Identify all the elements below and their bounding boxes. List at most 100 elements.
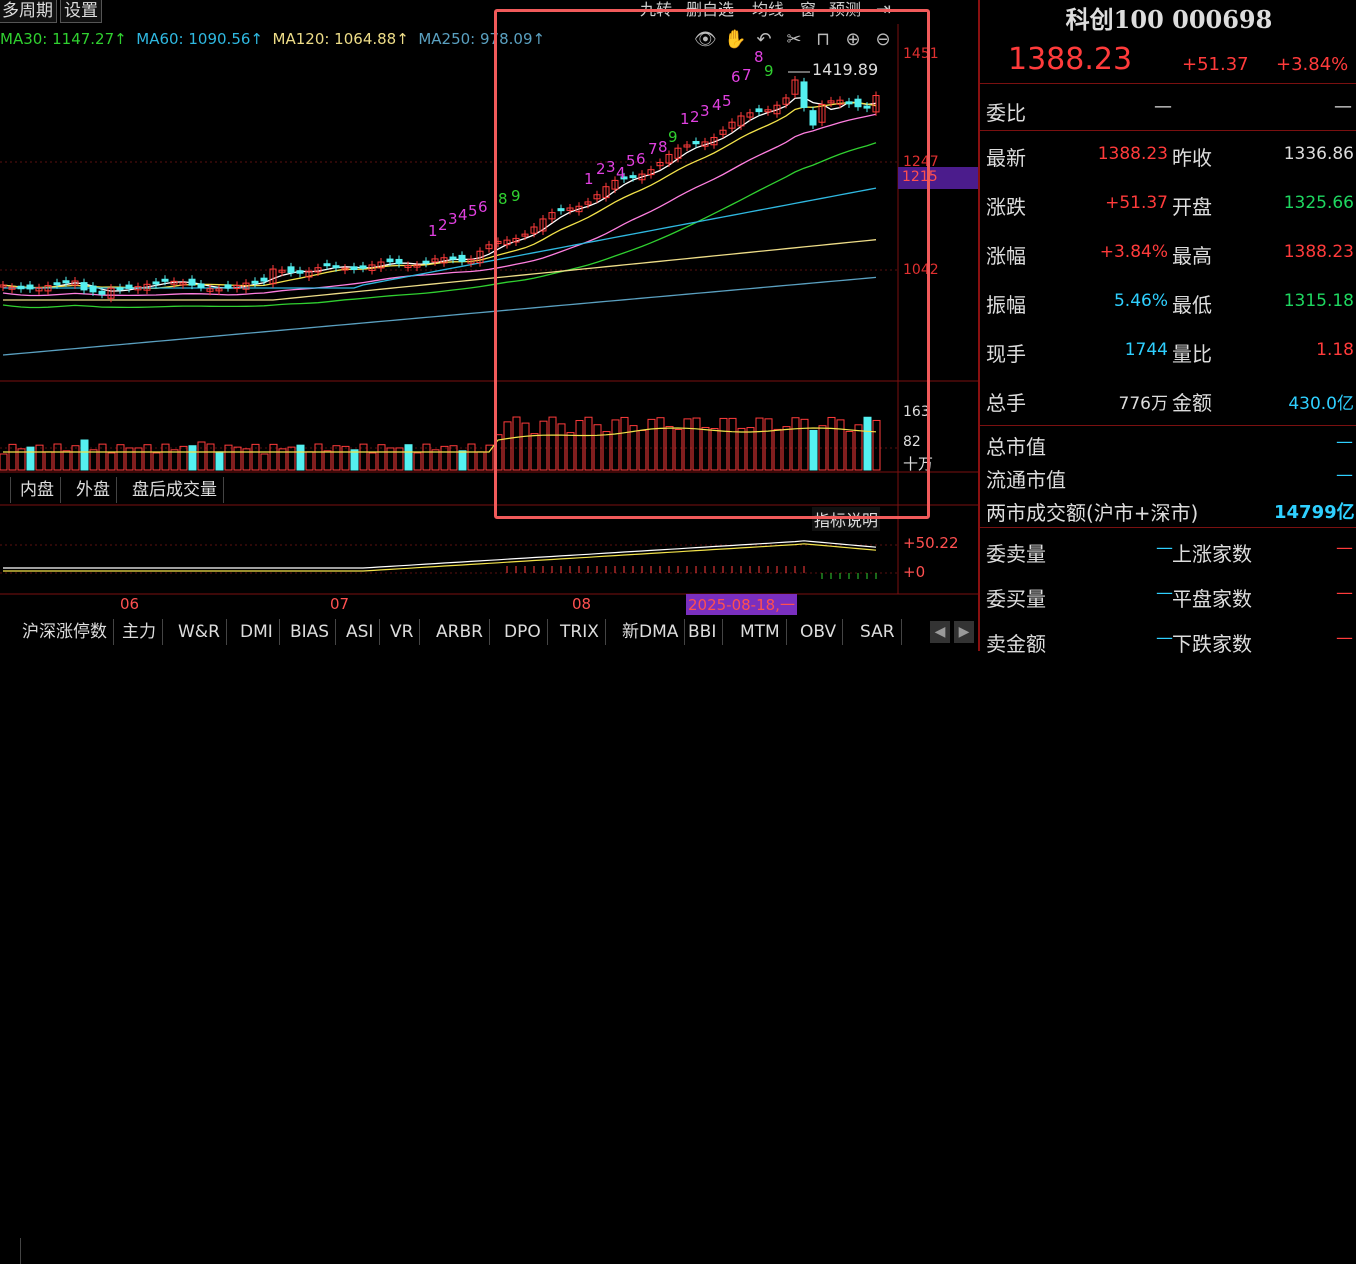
tab-inner-volume[interactable]: 内盘 xyxy=(14,477,61,503)
candle xyxy=(323,263,331,267)
volume-bar xyxy=(80,439,89,471)
volume-bar xyxy=(287,446,296,471)
volume-bar xyxy=(296,444,305,471)
quote-label: 最高 xyxy=(1172,244,1212,268)
candle xyxy=(251,280,259,284)
indicator-tab-bbi[interactable]: BBI xyxy=(682,619,724,645)
volume-bar xyxy=(341,445,350,471)
volume-bar xyxy=(404,444,413,471)
candle xyxy=(332,265,340,269)
osc-axis-zero-value: 0 xyxy=(915,563,926,581)
quote-label: 振幅 xyxy=(986,293,1026,317)
volume-bar xyxy=(386,447,395,471)
osc-axis-top: +50.22 xyxy=(903,534,959,552)
volume-bar xyxy=(170,449,179,471)
quote-value: 1388.23 xyxy=(1097,144,1168,164)
volume-bar xyxy=(107,452,116,471)
candle xyxy=(125,284,133,289)
indicator-tabs: 沪深涨停数 主力 W&R DMI BIAS ASI VR ARBR DPO TRIX 新DMA BBI… xyxy=(0,619,978,1264)
indicator-tab-vr[interactable]: VR xyxy=(384,619,421,645)
candle xyxy=(449,256,457,260)
quote-title: 科创100 000698 xyxy=(1065,5,1273,34)
indicator-tab-sar[interactable]: SAR xyxy=(854,619,902,645)
indicator-tab-bias[interactable]: BIAS xyxy=(284,619,337,645)
volume-bar xyxy=(152,452,161,471)
breadth-value: — xyxy=(1156,538,1173,558)
quote-value: 1.18 xyxy=(1316,340,1354,360)
indicator-tab--[interactable]: 主力 xyxy=(116,619,163,645)
commission-diff-value: — xyxy=(1334,96,1352,117)
breadth-label: 委卖量 xyxy=(986,542,1046,566)
indicator-tab-dpo[interactable]: DPO xyxy=(498,619,548,645)
candle xyxy=(89,285,97,293)
candle xyxy=(350,266,358,270)
turnover-label: 两市成交额(沪市+深市) xyxy=(986,501,1199,525)
date-label: 07 xyxy=(330,595,350,613)
tab-after-hours-volume[interactable]: 盘后成交量 xyxy=(126,477,224,503)
volume-bar xyxy=(143,444,152,471)
indicator-tab-trix[interactable]: TRIX xyxy=(554,619,606,645)
indicator-tab-dmi[interactable]: DMI xyxy=(234,619,280,645)
breadth-label: 下跌家数 xyxy=(1172,632,1252,656)
volume-bar xyxy=(125,447,134,471)
volume-bar xyxy=(71,445,80,471)
volume-bar xyxy=(476,451,485,471)
osc-axis-top-value: 50.22 xyxy=(915,534,959,552)
quote-value: 776万 xyxy=(1118,394,1168,414)
float-cap-value: — xyxy=(1336,465,1353,485)
quote-value: 5.46% xyxy=(1113,291,1168,311)
date-cursor: 2025-08-18,一 xyxy=(686,594,797,615)
candle xyxy=(152,281,160,285)
candle xyxy=(161,278,169,282)
indicator-tab-arbr[interactable]: ARBR xyxy=(430,619,490,645)
breadth-value: — xyxy=(1336,628,1353,648)
indicator-tab-mtm[interactable]: MTM xyxy=(734,619,787,645)
tab-outer-volume[interactable]: 外盘 xyxy=(70,477,117,503)
volume-tab-edge xyxy=(0,477,11,503)
highlight-box xyxy=(494,9,930,519)
date-label: 08 xyxy=(572,595,592,613)
volume-bar xyxy=(188,445,197,471)
osc-line-dif xyxy=(3,540,877,569)
candle xyxy=(80,282,88,291)
candle xyxy=(260,277,268,282)
quote-label: 昨收 xyxy=(1172,146,1212,170)
quote-label: 总手 xyxy=(986,391,1026,415)
volume-bar xyxy=(35,444,44,471)
breadth-value: — xyxy=(1156,628,1173,648)
volume-bar xyxy=(215,451,224,471)
scroll-right-icon[interactable]: ▶ xyxy=(954,621,974,643)
indicator-tab-w-r[interactable]: W&R xyxy=(172,619,227,645)
quote-label: 现手 xyxy=(986,342,1026,366)
candle xyxy=(188,278,196,286)
volume-bar xyxy=(62,450,71,471)
quote-label: 最低 xyxy=(1172,293,1212,317)
nine-turn-mark: 2 xyxy=(438,216,448,234)
volume-bar xyxy=(449,445,458,471)
commission-ratio-value: — xyxy=(1154,96,1172,117)
indicator-tab-obv[interactable]: OBV xyxy=(794,619,844,645)
quote-label: 量比 xyxy=(1172,342,1212,366)
indicator-tab--[interactable]: 沪深涨停数 xyxy=(16,619,114,645)
date-label: 06 xyxy=(120,595,140,613)
volume-bar xyxy=(233,446,242,471)
nine-turn-mark: 6 xyxy=(478,198,488,216)
volume-bar xyxy=(134,447,143,471)
quote-value: 1744 xyxy=(1124,340,1168,360)
volume-bar xyxy=(260,453,269,471)
candle xyxy=(26,284,34,290)
volume-bar xyxy=(458,450,467,471)
scroll-left-icon[interactable]: ◀ xyxy=(930,621,950,643)
candle xyxy=(359,265,367,269)
indicator-tab--dma[interactable]: 新DMA xyxy=(616,619,686,645)
breadth-value: — xyxy=(1156,583,1173,603)
quote-change-pct: +3.84% xyxy=(1276,54,1349,75)
volume-bar xyxy=(431,449,440,471)
total-cap-value: — xyxy=(1336,432,1353,452)
volume-bar xyxy=(332,445,341,471)
quote-value: 430.0亿 xyxy=(1288,394,1354,414)
nine-turn-mark: 1 xyxy=(428,222,438,240)
breadth-label: 平盘家数 xyxy=(1172,587,1252,611)
candle xyxy=(395,258,403,265)
indicator-tab-asi[interactable]: ASI xyxy=(340,619,381,645)
